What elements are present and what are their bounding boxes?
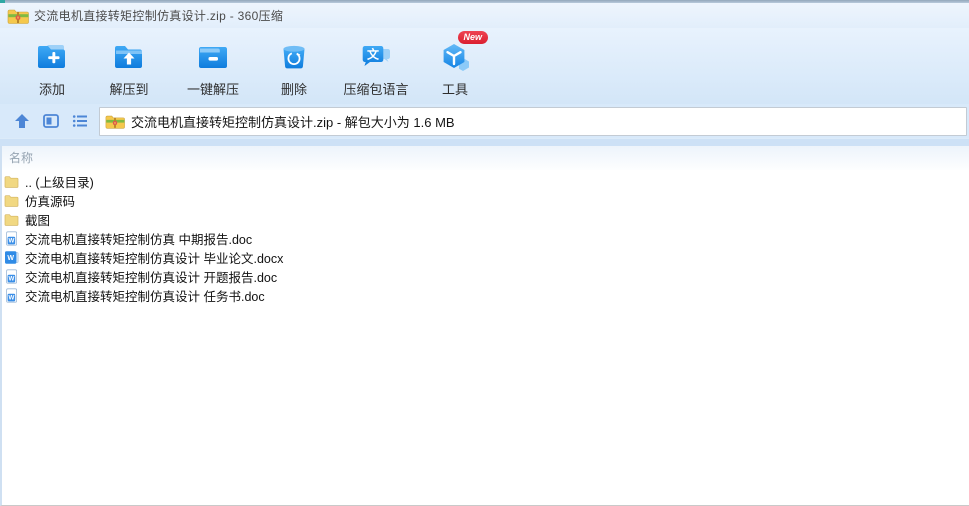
list-item-doc[interactable]: W 交流电机直接转矩控制仿真设计 开题报告.doc <box>2 267 969 286</box>
folder-icon <box>4 212 19 227</box>
extract-to-button-label: 解压到 <box>109 82 149 97</box>
file-list: .. (上级目录) 仿真源码 截图 W 交流电机直接转矩控制仿真 中期报告.do… <box>2 170 969 305</box>
delete-button-label: 删除 <box>280 82 307 97</box>
file-name: 交流电机直接转矩控制仿真设计 开题报告.doc <box>25 271 278 285</box>
list-item-folder[interactable]: 仿真源码 <box>2 191 969 210</box>
extract-to-icon <box>112 40 146 74</box>
add-folder-icon <box>35 40 69 74</box>
list-item-doc[interactable]: W 交流电机直接转矩控制仿真设计 任务书.doc <box>2 286 969 305</box>
add-button-label: 添加 <box>38 82 65 97</box>
toolbar: 添加 解压到 一键解压 删除 文 压缩包语言 New 工具 <box>0 28 969 104</box>
360zip-window: 交流电机直接转矩控制仿真设计.zip - 360压缩 添加 解压到 一键解压 删… <box>0 0 969 506</box>
svg-text:W: W <box>8 238 14 245</box>
list-item-docx[interactable]: W 交流电机直接转矩控制仿真设计 毕业论文.docx <box>2 248 969 267</box>
tools-button-label: 工具 <box>441 82 468 97</box>
list-item-parent-dir[interactable]: .. (上级目录) <box>2 172 969 191</box>
one-click-extract-button[interactable]: 一键解压 <box>170 38 256 98</box>
file-name: 截图 <box>25 214 51 228</box>
file-name: 交流电机直接转矩控制仿真设计 毕业论文.docx <box>25 252 284 266</box>
new-badge: New <box>458 31 488 44</box>
address-bar: 交流电机直接转矩控制仿真设计.zip - 解包大小为 1.6 MB <box>0 104 969 138</box>
titlebar: 交流电机直接转矩控制仿真设计.zip - 360压缩 <box>0 3 969 28</box>
column-header-label: 名称 <box>9 151 34 165</box>
up-icon[interactable] <box>13 112 31 130</box>
column-header-name[interactable]: 名称 <box>2 146 969 170</box>
word-doc-icon: W <box>4 231 19 246</box>
tools-cube-icon <box>438 40 472 74</box>
svg-text:W: W <box>7 255 14 262</box>
file-name: 交流电机直接转矩控制仿真设计 任务书.doc <box>25 290 265 304</box>
delete-trash-icon <box>277 40 311 74</box>
list-item-doc[interactable]: W 交流电机直接转矩控制仿真 中期报告.doc <box>2 229 969 248</box>
file-name: .. (上级目录) <box>25 176 94 190</box>
delete-button[interactable]: 删除 <box>256 38 332 98</box>
extract-to-button[interactable]: 解压到 <box>88 38 170 98</box>
svg-text:W: W <box>8 295 14 302</box>
window-title: 交流电机直接转矩控制仿真设计.zip - 360压缩 <box>34 9 284 23</box>
folder-icon <box>4 193 19 208</box>
address-text: 交流电机直接转矩控制仿真设计.zip - 解包大小为 1.6 MB <box>131 114 455 130</box>
archive-language-icon: 文 <box>359 40 393 74</box>
one-click-extract-icon <box>196 40 230 74</box>
zip-archive-icon <box>105 113 125 130</box>
archive-language-button[interactable]: 文 压缩包语言 <box>332 38 420 98</box>
file-name: 交流电机直接转矩控制仿真 中期报告.doc <box>25 233 253 247</box>
archive-language-button-label: 压缩包语言 <box>343 82 409 97</box>
one-click-extract-button-label: 一键解压 <box>186 82 239 97</box>
nav-icons <box>0 112 99 130</box>
preview-pane-icon[interactable] <box>42 112 60 130</box>
add-button[interactable]: 添加 <box>16 38 88 98</box>
word-docx-icon: W <box>4 250 19 265</box>
svg-text:文: 文 <box>367 47 380 62</box>
list-view-icon[interactable] <box>71 112 89 130</box>
list-item-folder[interactable]: 截图 <box>2 210 969 229</box>
zip-archive-icon <box>7 7 29 25</box>
file-list-panel: 名称 .. (上级目录) 仿真源码 截图 W 交流电机直接转矩控制仿真 中期报告… <box>0 146 969 506</box>
tools-button[interactable]: New 工具 <box>420 31 490 98</box>
address-input[interactable]: 交流电机直接转矩控制仿真设计.zip - 解包大小为 1.6 MB <box>99 106 967 136</box>
file-name: 仿真源码 <box>25 195 76 209</box>
word-doc-icon: W <box>4 288 19 303</box>
folder-icon <box>4 174 19 189</box>
svg-text:W: W <box>8 276 14 283</box>
word-doc-icon: W <box>4 269 19 284</box>
separator-band <box>0 138 969 146</box>
